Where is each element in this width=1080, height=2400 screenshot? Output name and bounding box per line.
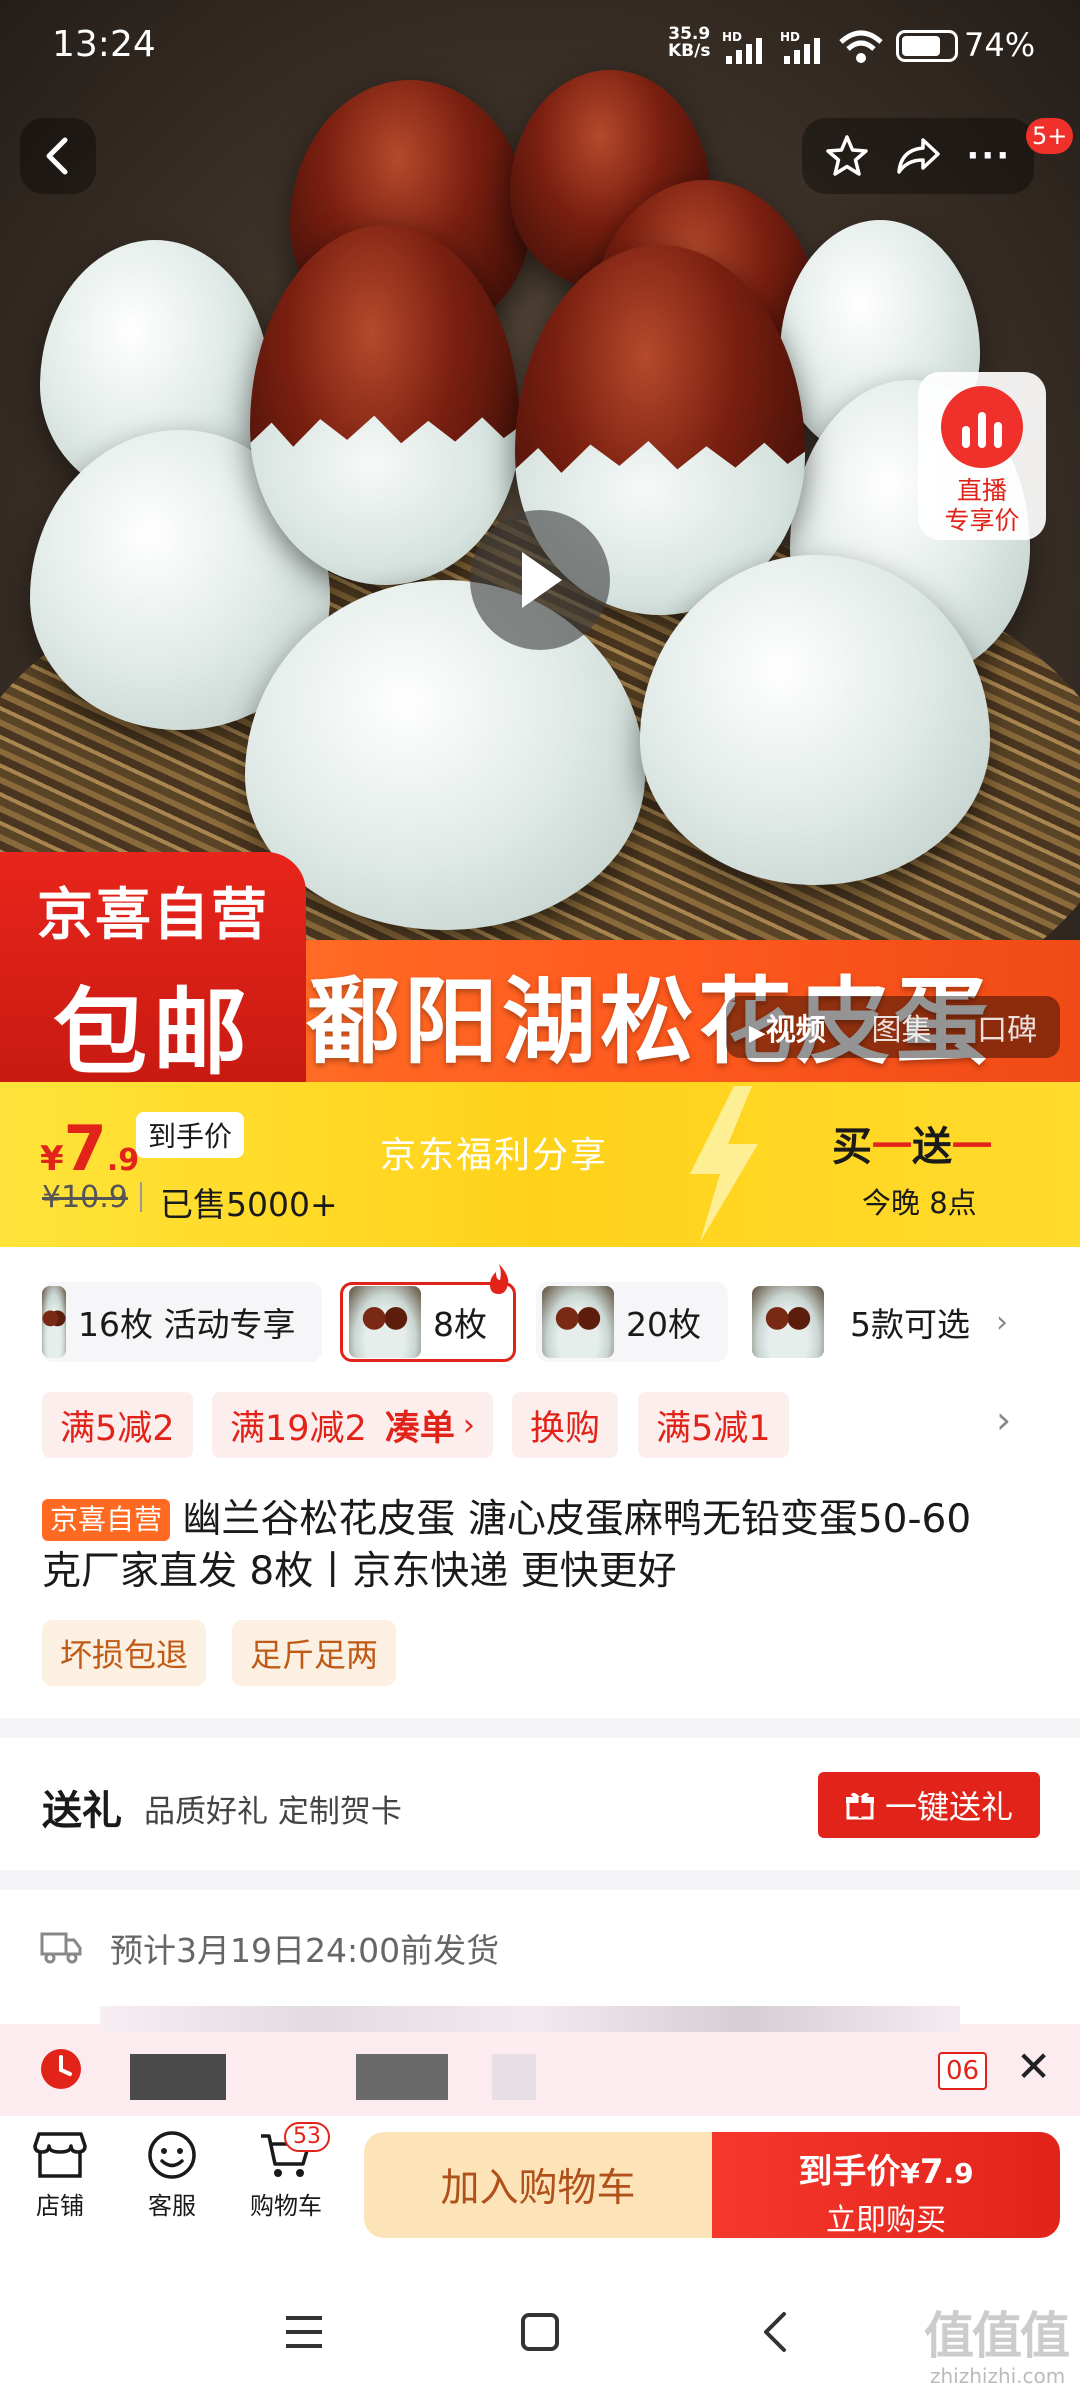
share-icon[interactable] [895, 136, 941, 176]
service-tag: 坏损包退 [42, 1620, 207, 1686]
delivery-estimate: 预计3月19日24:00前发货 [110, 1931, 500, 1970]
menu-icon[interactable] [284, 2314, 324, 2350]
countdown: 06 [938, 2052, 988, 2090]
tab-video[interactable]: ▶视频 [749, 1005, 826, 1049]
variant-chip[interactable]: 16枚 活动专享 [42, 1282, 322, 1362]
sold-count: 已售5000+ [160, 1185, 338, 1224]
tab-reviews[interactable]: 口碑 [977, 1005, 1037, 1049]
add-to-cart-button[interactable]: 加入购物车 [364, 2132, 712, 2238]
buy-price: 到手价¥7.9 [798, 2152, 974, 2192]
notice-bar[interactable]: 06 ✕ [0, 2024, 1080, 2116]
variant-label: 20枚 [626, 1305, 701, 1344]
variant-label: 16枚 活动专享 [78, 1305, 296, 1344]
blurred-content [130, 2054, 226, 2100]
shop-button[interactable]: 店铺 [28, 2130, 92, 2221]
battery-icon [896, 30, 958, 62]
variant-more[interactable]: 5款可选 › [746, 1282, 1046, 1362]
gift-desc: 品质好礼 定制贺卡 [144, 1794, 402, 1830]
service-button[interactable]: 客服 [140, 2130, 204, 2221]
back-button[interactable] [20, 118, 96, 194]
hot-flame-icon [490, 1264, 509, 1294]
home-icon[interactable] [520, 2312, 560, 2352]
favorite-star-icon[interactable] [825, 134, 869, 178]
live-label: 直播 [956, 476, 1007, 505]
variant-thumbnail [42, 1286, 66, 1358]
price-bar: ¥ 7 .9 到手价 ¥10.9 已售5000+ 京东福利分享 买一送一 今晚 … [0, 1082, 1080, 1247]
wifi-icon [839, 30, 883, 63]
self-operated-badge: 京喜自营 包邮 [0, 852, 306, 1082]
back-arrow-icon [46, 137, 68, 175]
chevron-right-icon: › [996, 1304, 1008, 1340]
product-title: 京喜自营 幽兰谷松花皮蛋 溏心皮蛋麻鸭无铅变蛋50-60 克厂家直发 8枚丨京东… [42, 1494, 1042, 1598]
promo-tag[interactable]: 换购 [512, 1392, 619, 1458]
blurred-content [356, 2054, 448, 2100]
variant-label: 8枚 [433, 1305, 487, 1344]
variant-thumbnail [542, 1286, 614, 1358]
shop-icon [33, 2132, 87, 2178]
blurred-content [100, 2006, 960, 2032]
top-actions: ··· [802, 118, 1034, 194]
live-icon [941, 386, 1023, 468]
promo-more-chevron-icon[interactable]: › [996, 1398, 1011, 1442]
live-label: 专享价 [944, 506, 1020, 535]
live-exclusive-price-button[interactable]: 直播 专享价 [918, 372, 1046, 540]
more-icon[interactable]: ··· [966, 136, 1011, 176]
chevron-right-icon: › [462, 1407, 475, 1443]
signal-icon: HD [780, 30, 830, 64]
final-price-tag: 到手价 [136, 1112, 245, 1158]
final-price: ¥ 7 .9 [40, 1112, 140, 1185]
customer-service-icon [148, 2131, 196, 2179]
bottom-action-bar: 店铺 客服 购物车 53 加入购物车 到手价¥7.9 立即购买 [0, 2116, 1080, 2266]
net-speed: 35.9 KB/s [668, 24, 711, 61]
media-tabs: ▶视频 图集 口碑 [726, 996, 1060, 1058]
play-video-button[interactable] [470, 510, 610, 650]
share-text: 京东福利分享 [380, 1135, 609, 1176]
promo-tag[interactable]: 满5减1 [638, 1392, 789, 1458]
signal-icon: HD [722, 30, 772, 64]
title-line: 幽兰谷松花皮蛋 溏心皮蛋麻鸭无铅变蛋50-60 [182, 1497, 972, 1542]
truck-icon [40, 1932, 82, 1964]
back-nav-icon[interactable] [760, 2310, 790, 2354]
battery-percent: 74% [964, 26, 1036, 64]
tab-gallery[interactable]: 图集 [871, 1005, 931, 1049]
system-nav-bar: 值值值 zhizhizhi.com [0, 2266, 1080, 2400]
buy-now-button[interactable]: 到手价¥7.9 立即购买 [712, 2132, 1060, 2238]
original-price: ¥10.9 [42, 1180, 128, 1215]
price-divider [140, 1182, 142, 1212]
promo-time: 今晚 8点 [862, 1186, 977, 1220]
status-time: 13:24 [52, 24, 156, 65]
watermark-logo: 值值值 [924, 2307, 1070, 2365]
variant-label: 5款可选 [850, 1305, 970, 1344]
variant-thumbnail [349, 1286, 421, 1358]
section-divider [0, 1718, 1080, 1738]
gift-icon [845, 1792, 874, 1820]
status-bar: 13:24 35.9 KB/s HD HD 74% [0, 0, 1080, 92]
clock-icon [41, 2049, 81, 2089]
section-divider [0, 1870, 1080, 1890]
blurred-content [492, 2054, 536, 2100]
play-icon [522, 552, 562, 608]
gift-button[interactable]: 一键送礼 [818, 1772, 1040, 1838]
store-tag: 京喜自营 [42, 1499, 171, 1541]
service-tag: 足斤足两 [232, 1620, 397, 1686]
badge-line1: 京喜自营 [37, 883, 269, 948]
play-small-icon: ▶ [748, 1021, 766, 1046]
variant-thumbnail [752, 1286, 824, 1358]
promo-tag[interactable]: 满5减2 [42, 1392, 193, 1458]
watermark-url: zhizhizhi.com [930, 2364, 1066, 2388]
promo-title: 买一送一 [832, 1124, 992, 1170]
variant-chip[interactable]: 20枚 [536, 1282, 728, 1362]
notification-badge: 5+ [1026, 118, 1074, 154]
gift-title: 送礼 [42, 1788, 122, 1834]
promo-tag-coupon[interactable]: 满19减2 凑单 › [212, 1392, 493, 1458]
title-line: 克厂家直发 8枚丨京东快递 更快更好 [42, 1549, 677, 1594]
badge-line2: 包邮 [52, 979, 253, 1082]
cart-count-badge: 53 [284, 2122, 330, 2152]
close-icon[interactable]: ✕ [1016, 2042, 1051, 2091]
buy-now-label: 立即购买 [826, 2203, 946, 2238]
lightning-icon [690, 1086, 758, 1242]
